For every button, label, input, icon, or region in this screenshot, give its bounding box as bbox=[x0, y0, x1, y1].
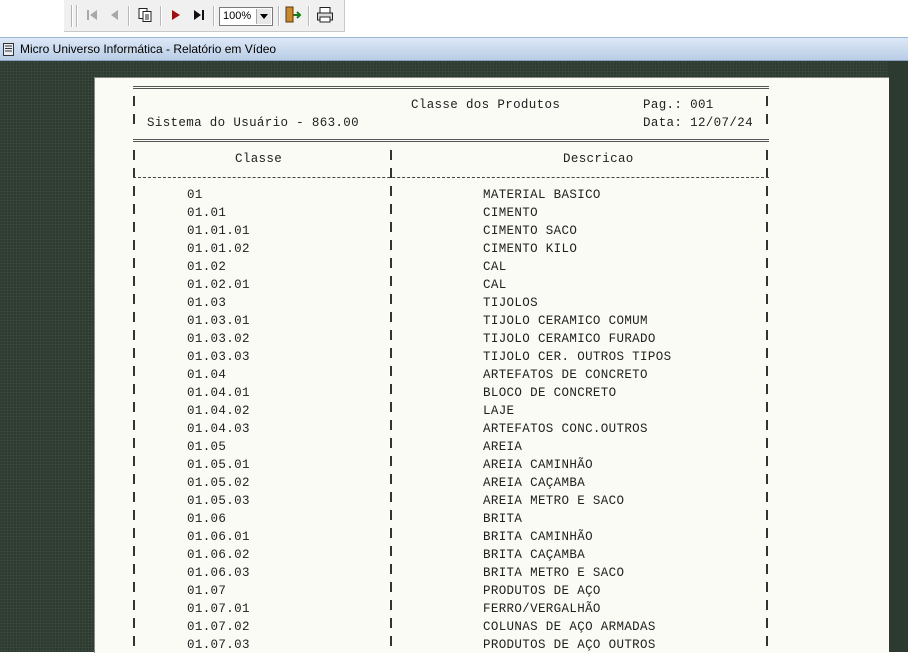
row-classe: 01.06.03 bbox=[187, 566, 250, 580]
row-descricao: AREIA bbox=[483, 440, 523, 454]
window-title-bar[interactable]: Micro Universo Informática - Relatório e… bbox=[0, 37, 908, 61]
toolbar-grip[interactable] bbox=[76, 5, 77, 27]
header-top-rule bbox=[133, 86, 769, 89]
row-descricao: AREIA METRO E SACO bbox=[483, 494, 625, 508]
row-descricao: ARTEFATOS DE CONCRETO bbox=[483, 368, 648, 382]
row-classe: 01.04.03 bbox=[187, 422, 250, 436]
row-descricao: CIMENTO KILO bbox=[483, 242, 578, 256]
toolbar-grip[interactable] bbox=[71, 5, 72, 27]
column-header-rule bbox=[133, 177, 769, 178]
window-title: Micro Universo Informática - Relatório e… bbox=[20, 42, 277, 56]
row-classe: 01.04 bbox=[187, 368, 227, 382]
copy-pages-button[interactable] bbox=[136, 6, 154, 24]
toolbar-separator bbox=[160, 6, 161, 26]
prev-page-button[interactable] bbox=[105, 6, 123, 24]
row-descricao: TIJOLO CERAMICO FURADO bbox=[483, 332, 656, 346]
preview-background-right bbox=[888, 61, 908, 652]
row-descricao: CIMENTO SACO bbox=[483, 224, 578, 238]
last-page-button[interactable] bbox=[190, 6, 208, 24]
row-classe: 01.05 bbox=[187, 440, 227, 454]
row-classe: 01.06.02 bbox=[187, 548, 250, 562]
row-descricao: TIJOLOS bbox=[483, 296, 538, 310]
exit-icon bbox=[285, 6, 302, 23]
row-classe: 01.03 bbox=[187, 296, 227, 310]
first-page-button[interactable] bbox=[83, 6, 101, 24]
toolbar: 100% bbox=[0, 0, 908, 35]
toolbar-separator bbox=[278, 6, 279, 26]
row-descricao: COLUNAS DE AÇO ARMADAS bbox=[483, 620, 656, 634]
print-button[interactable] bbox=[316, 6, 334, 24]
row-descricao: PRODUTOS DE AÇO bbox=[483, 584, 601, 598]
copy-pages-icon bbox=[138, 8, 152, 22]
row-descricao: CAL bbox=[483, 278, 507, 292]
row-descricao: CIMENTO bbox=[483, 206, 538, 220]
row-descricao: AREIA CAÇAMBA bbox=[483, 476, 586, 490]
report-title: Classe dos Produtos bbox=[411, 98, 561, 112]
row-descricao: CAL bbox=[483, 260, 507, 274]
row-descricao: LAJE bbox=[483, 404, 515, 418]
row-classe: 01.07 bbox=[187, 584, 227, 598]
row-classe: 01.07.01 bbox=[187, 602, 250, 616]
chevron-down-icon[interactable] bbox=[256, 9, 271, 24]
toolbar-separator bbox=[308, 6, 309, 26]
row-classe: 01.07.03 bbox=[187, 638, 250, 652]
page-number: Pag.: 001 bbox=[643, 98, 714, 112]
row-descricao: BRITA CAÇAMBA bbox=[483, 548, 586, 562]
column-header-classe: Classe bbox=[235, 152, 283, 166]
header-right-border bbox=[766, 96, 768, 132]
row-descricao: AREIA CAMINHÃO bbox=[483, 458, 593, 472]
report-window-icon bbox=[3, 43, 14, 56]
print-icon bbox=[317, 7, 333, 23]
row-classe: 01.04.02 bbox=[187, 404, 250, 418]
row-classe: 01.01.02 bbox=[187, 242, 250, 256]
row-descricao: TIJOLO CER. OUTROS TIPOS bbox=[483, 350, 672, 364]
row-classe: 01.02.01 bbox=[187, 278, 250, 292]
next-page-icon bbox=[172, 10, 180, 20]
zoom-select[interactable]: 100% bbox=[219, 7, 273, 26]
table-right-border bbox=[766, 150, 768, 650]
toolbar-separator bbox=[128, 6, 129, 26]
zoom-value: 100% bbox=[223, 10, 252, 22]
row-descricao: BRITA METRO E SACO bbox=[483, 566, 625, 580]
row-classe: 01.02 bbox=[187, 260, 227, 274]
header-bottom-rule bbox=[133, 139, 769, 142]
row-descricao: TIJOLO CERAMICO COMUM bbox=[483, 314, 648, 328]
row-classe: 01.03.03 bbox=[187, 350, 250, 364]
row-descricao: FERRO/VERGALHÃO bbox=[483, 602, 601, 616]
row-descricao: BLOCO DE CONCRETO bbox=[483, 386, 617, 400]
row-classe: 01.04.01 bbox=[187, 386, 250, 400]
row-descricao: MATERIAL BASICO bbox=[483, 188, 601, 202]
row-classe: 01.03.01 bbox=[187, 314, 250, 328]
row-classe: 01 bbox=[187, 188, 203, 202]
system-label: Sistema do Usuário - 863.00 bbox=[147, 116, 359, 130]
row-classe: 01.07.02 bbox=[187, 620, 250, 634]
report-date: Data: 12/07/24 bbox=[643, 116, 753, 130]
row-descricao: BRITA CAMINHÃO bbox=[483, 530, 593, 544]
row-classe: 01.01.01 bbox=[187, 224, 250, 238]
column-divider bbox=[390, 150, 392, 650]
column-header-descricao: Descricao bbox=[563, 152, 634, 166]
toolbar-separator bbox=[213, 6, 214, 26]
table-left-border bbox=[133, 150, 135, 650]
last-page-icon bbox=[194, 10, 204, 20]
row-classe: 01.06 bbox=[187, 512, 227, 526]
header-left-border bbox=[133, 96, 135, 132]
row-classe: 01.05.02 bbox=[187, 476, 250, 490]
row-classe: 01.05.01 bbox=[187, 458, 250, 472]
row-descricao: ARTEFATOS CONC.OUTROS bbox=[483, 422, 648, 436]
first-page-icon bbox=[87, 10, 97, 20]
row-classe: 01.05.03 bbox=[187, 494, 250, 508]
row-classe: 01.03.02 bbox=[187, 332, 250, 346]
row-classe: 01.06.01 bbox=[187, 530, 250, 544]
row-classe: 01.01 bbox=[187, 206, 227, 220]
row-descricao: BRITA bbox=[483, 512, 523, 526]
exit-button[interactable] bbox=[284, 6, 302, 24]
row-descricao: PRODUTOS DE AÇO OUTROS bbox=[483, 638, 656, 652]
prev-page-icon bbox=[111, 10, 118, 20]
next-page-button[interactable] bbox=[167, 6, 185, 24]
